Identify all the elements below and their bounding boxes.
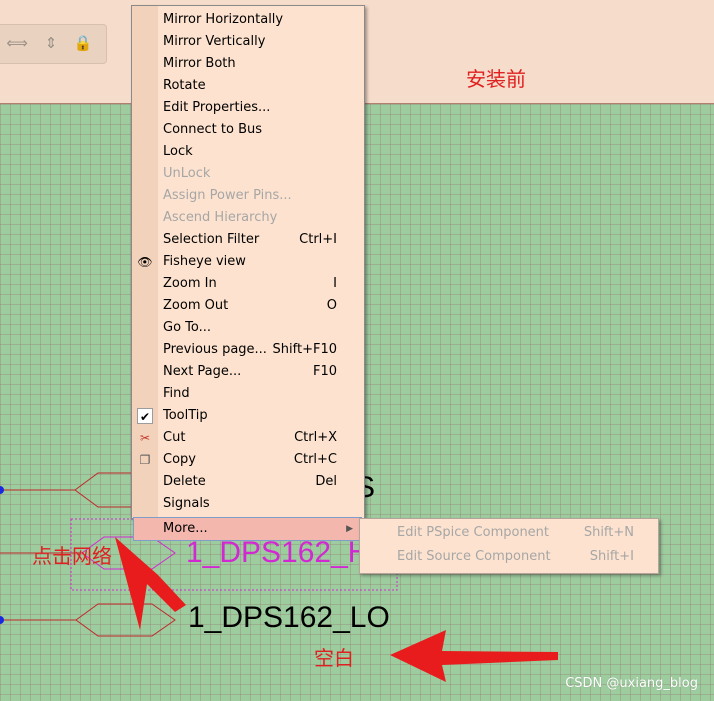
net-label-bottom[interactable]: 1_DPS162_LO <box>188 601 390 635</box>
menu-item-next-page[interactable]: Next Page... F10 <box>132 361 364 383</box>
copy-icon: ❐ <box>139 453 151 467</box>
watermark: CSDN @uxiang_blog <box>565 676 698 691</box>
submenu-item-edit-pspice-component: Edit PSpice Component Shift+N <box>397 525 634 540</box>
connector-top <box>74 472 136 508</box>
menu-item-mirror-horizontally[interactable]: Mirror Horizontally <box>132 9 364 31</box>
annotation-click-net: 点击网络 <box>32 544 112 568</box>
menu-item-mirror-both[interactable]: Mirror Both <box>132 53 364 75</box>
menu-item-zoom-in[interactable]: Zoom In I <box>132 273 364 295</box>
menu-item-assign-power-pins: Assign Power Pins... <box>163 188 292 203</box>
menu-item-connect-to-bus[interactable]: Connect to Bus <box>132 119 364 141</box>
menu-item-delete[interactable]: Delete Del <box>132 471 364 493</box>
menu-item-fisheye-view[interactable]: 👁 Fisheye view <box>132 251 364 273</box>
menu-item-edit-properties[interactable]: Edit Properties... <box>132 97 364 119</box>
eye-icon: 👁 <box>137 255 153 269</box>
annotation-blank: 空白 <box>314 646 354 670</box>
context-menu: Mirror Horizontally Mirror Vertically Mi… <box>131 5 365 519</box>
more-submenu: Edit PSpice Component Shift+N Edit Source… <box>359 518 659 574</box>
submenu-arrow-icon: ▶ <box>346 524 353 534</box>
menu-item-zoom-out[interactable]: Zoom Out O <box>132 295 364 317</box>
menu-item-ascend-hierarchy: Ascend Hierarchy <box>163 210 278 225</box>
submenu-item-edit-source-component: Edit Source Component Shift+I <box>397 549 634 564</box>
menu-item-more-label: More... <box>163 521 208 536</box>
net-label-middle[interactable]: 1_DPS162_HI <box>186 536 378 570</box>
menu-item-cut[interactable]: ✂ Cut Ctrl+X <box>132 427 364 449</box>
menu-item-lock[interactable]: Lock <box>132 141 364 163</box>
menu-item-more[interactable]: More... ▶ <box>133 517 362 541</box>
port-dot-bottom <box>0 616 4 624</box>
menu-item-selection-filter[interactable]: Selection Filter Ctrl+I <box>132 229 364 251</box>
menu-item-find[interactable]: Find <box>132 383 364 405</box>
checkmark-icon: ✔ <box>137 408 153 424</box>
port-dot-top <box>0 486 4 494</box>
menu-item-tooltip[interactable]: ✔ ToolTip <box>132 405 364 427</box>
menu-item-unlock: UnLock <box>163 166 211 181</box>
menu-item-rotate[interactable]: Rotate <box>132 75 364 97</box>
menu-item-copy[interactable]: ❐ Copy Ctrl+C <box>132 449 364 471</box>
menu-item-mirror-vertically[interactable]: Mirror Vertically <box>132 31 364 53</box>
connector-bottom <box>75 603 176 637</box>
menu-item-go-to[interactable]: Go To... <box>132 317 364 339</box>
menu-item-signals[interactable]: Signals <box>132 493 364 515</box>
arrow-blank <box>390 630 558 682</box>
scissors-icon: ✂ <box>139 431 151 445</box>
arrow-click-net <box>115 537 186 630</box>
menu-item-previous-page[interactable]: Previous page... Shift+F10 <box>132 339 364 361</box>
